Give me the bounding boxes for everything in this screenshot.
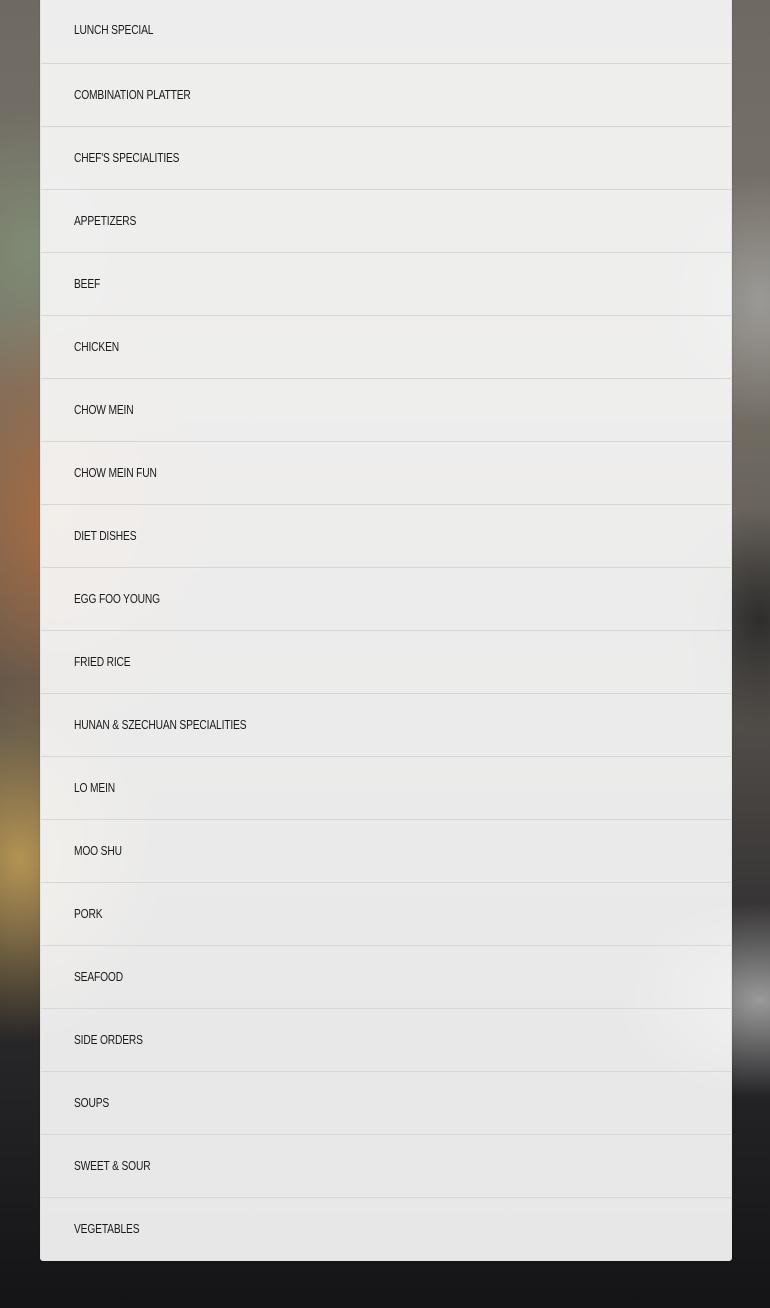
menu-category-label: SEAFOOD [74,970,123,984]
menu-category-label: LO MEIN [74,781,115,795]
menu-category-soups[interactable]: SOUPS [41,1072,731,1135]
menu-category-label: PORK [74,907,103,921]
menu-category-label: LUNCH SPECIAL [74,23,154,37]
menu-category-label: SOUPS [74,1096,110,1110]
menu-category-label: FRIED RICE [74,655,131,669]
menu-category-side-orders[interactable]: SIDE ORDERS [41,1009,731,1072]
menu-category-lunch-special[interactable]: LUNCH SPECIAL [41,0,731,64]
menu-category-chefs-specialities[interactable]: CHEF'S SPECIALITIES [41,127,731,190]
menu-category-label: CHOW MEIN FUN [74,466,157,480]
menu-category-label: CHOW MEIN [74,403,134,417]
menu-category-fried-rice[interactable]: FRIED RICE [41,631,731,694]
menu-category-egg-foo-young[interactable]: EGG FOO YOUNG [41,568,731,631]
menu-category-label: EGG FOO YOUNG [74,592,160,606]
menu-category-diet-dishes[interactable]: DIET DISHES [41,505,731,568]
menu-category-label: HUNAN & SZECHUAN SPECIALITIES [74,718,247,732]
menu-category-appetizers[interactable]: APPETIZERS [41,190,731,253]
menu-category-label: DIET DISHES [74,529,137,543]
menu-category-vegetables[interactable]: VEGETABLES [41,1198,731,1260]
menu-category-label: CHEF'S SPECIALITIES [74,151,180,165]
menu-category-chicken[interactable]: CHICKEN [41,316,731,379]
menu-category-label: VEGETABLES [74,1222,140,1236]
menu-category-combination-platter[interactable]: COMBINATION PLATTER [41,64,731,127]
menu-category-chow-mein[interactable]: CHOW MEIN [41,379,731,442]
menu-category-beef[interactable]: BEEF [41,253,731,316]
menu-category-label: BEEF [74,277,101,291]
menu-category-label: MOO SHU [74,844,122,858]
menu-category-label: CHICKEN [74,340,119,354]
menu-category-pork[interactable]: PORK [41,883,731,946]
menu-category-label: SIDE ORDERS [74,1033,143,1047]
menu-category-sweet-sour[interactable]: SWEET & SOUR [41,1135,731,1198]
menu-category-list: LUNCH SPECIAL COMBINATION PLATTER CHEF'S… [40,0,732,1261]
menu-category-label: APPETIZERS [74,214,137,228]
menu-category-label: COMBINATION PLATTER [74,88,191,102]
menu-category-hunan-szechuan[interactable]: HUNAN & SZECHUAN SPECIALITIES [41,694,731,757]
menu-category-lo-mein[interactable]: LO MEIN [41,757,731,820]
menu-category-label: SWEET & SOUR [74,1159,151,1173]
menu-category-chow-mein-fun[interactable]: CHOW MEIN FUN [41,442,731,505]
menu-category-moo-shu[interactable]: MOO SHU [41,820,731,883]
menu-category-seafood[interactable]: SEAFOOD [41,946,731,1009]
